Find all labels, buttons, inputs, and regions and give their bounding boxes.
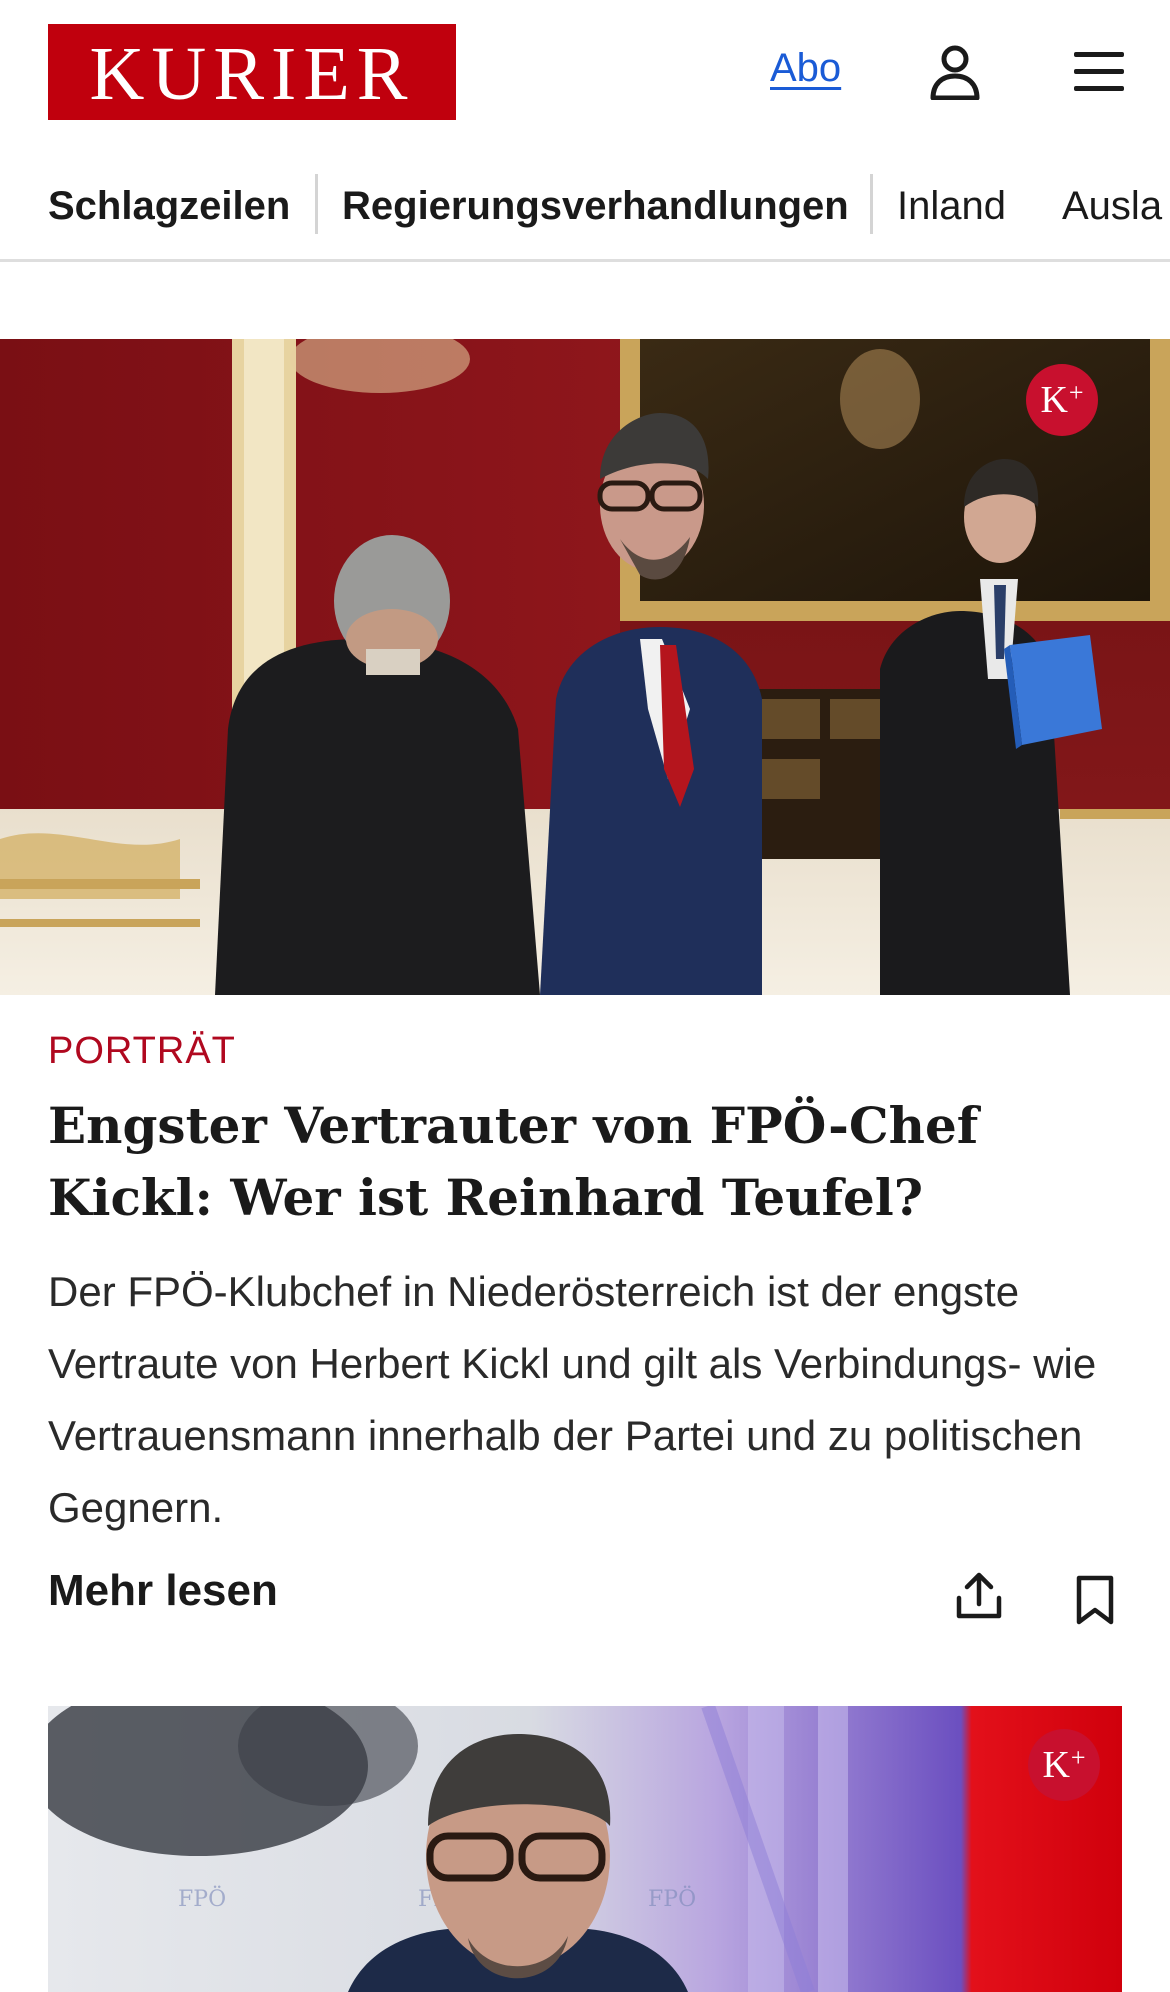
nav-item-inland[interactable]: Inland — [897, 178, 1006, 234]
article-hero-image[interactable] — [0, 339, 1170, 995]
article-hero-image[interactable]: FPÖ FPÖ FPÖ — [48, 1706, 1122, 1992]
read-more-link[interactable]: Mehr lesen — [48, 1566, 278, 1616]
user-icon[interactable] — [928, 44, 982, 100]
bookmark-icon[interactable] — [1074, 1574, 1116, 1626]
svg-text:FPÖ: FPÖ — [648, 1885, 696, 1912]
article-teaser: Der FPÖ-Klubchef in Niederösterreich ist… — [48, 1268, 1097, 1531]
svg-text:FPÖ: FPÖ — [178, 1885, 226, 1912]
nav-item-regierungsverhandlungen[interactable]: Regierungsverhandlungen — [342, 178, 849, 234]
nav-item-schlagzeilen[interactable]: Schlagzeilen — [48, 178, 290, 234]
nav-item-ausland[interactable]: Ausla — [1062, 178, 1162, 234]
share-icon[interactable] — [954, 1570, 1004, 1622]
article-headline[interactable]: Engster Vertrauter von FPÖ-Chef Kickl: W… — [48, 1090, 1128, 1234]
k-plus-badge: K + — [1028, 1729, 1100, 1801]
article-kicker: PORTRÄT — [48, 1030, 236, 1072]
site-header: KURIER Abo — [0, 0, 1170, 146]
nav-divider — [870, 174, 873, 234]
hamburger-menu-icon[interactable] — [1072, 48, 1126, 96]
k-plus-badge: K + — [1026, 364, 1098, 436]
abo-link[interactable]: Abo — [770, 46, 841, 91]
category-nav: Schlagzeilen Regierungsverhandlungen Inl… — [0, 166, 1170, 262]
nav-divider — [315, 174, 318, 234]
kurier-logo[interactable]: KURIER — [48, 24, 456, 120]
